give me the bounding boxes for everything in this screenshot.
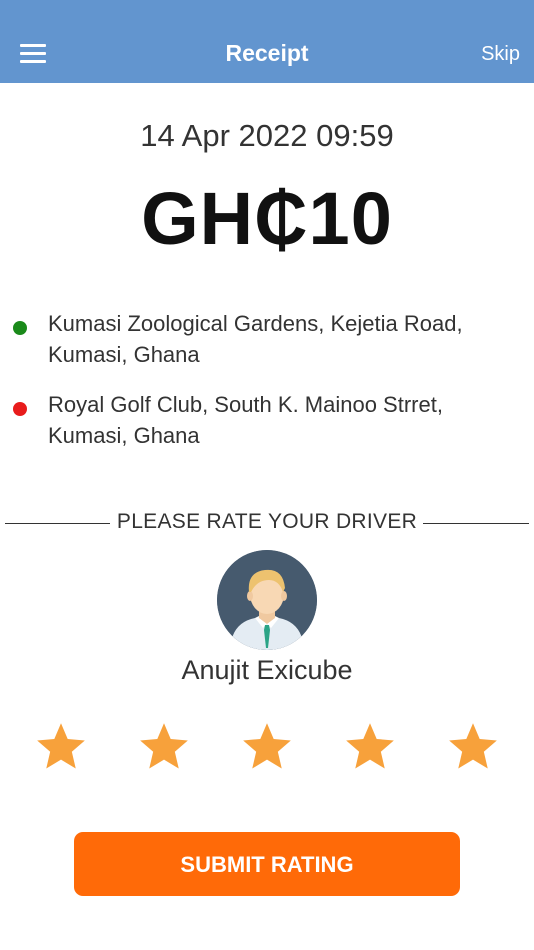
divider-right: [423, 523, 529, 524]
trip-fare: GH₵10: [141, 177, 393, 260]
driver-avatar: [217, 550, 317, 650]
star-icon-3[interactable]: [241, 720, 293, 772]
skip-button[interactable]: Skip: [481, 43, 520, 66]
pickup-address-line1: Kumasi Zoological Gardens, Kejetia Road,: [48, 311, 463, 336]
pickup-address: Kumasi Zoological Gardens, Kejetia Road,…: [48, 308, 518, 370]
star-icon-2[interactable]: [138, 720, 190, 772]
driver-name: Anujit Exicube: [181, 655, 353, 685]
submit-rating-button[interactable]: SUBMIT RATING: [74, 832, 460, 896]
app-header: Receipt Skip: [0, 0, 534, 83]
star-icon-4[interactable]: [344, 720, 396, 772]
dropoff-address-line1: Royal Golf Club, South K. Mainoo Strret,: [48, 392, 443, 417]
star-icon-1[interactable]: [35, 720, 87, 772]
star-icon-5[interactable]: [447, 720, 499, 772]
driver-avatar-icon: [217, 550, 317, 650]
pickup-dot-icon: [13, 321, 27, 335]
dropoff-dot-icon: [13, 402, 27, 416]
rate-driver-prompt: PLEASE RATE YOUR DRIVER: [116, 510, 418, 533]
pickup-address-line2: Kumasi, Ghana: [48, 342, 200, 367]
dropoff-address-line2: Kumasi, Ghana: [48, 423, 200, 448]
dropoff-address: Royal Golf Club, South K. Mainoo Strret,…: [48, 389, 518, 451]
trip-datetime: 14 Apr 2022 09:59: [140, 118, 394, 153]
page-title: Receipt: [225, 40, 309, 66]
